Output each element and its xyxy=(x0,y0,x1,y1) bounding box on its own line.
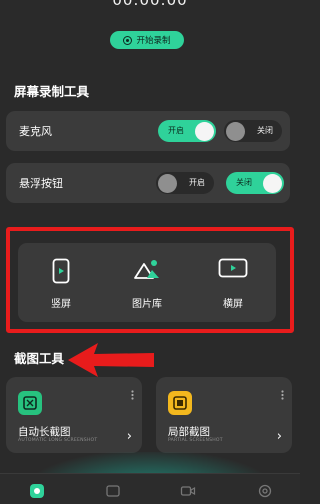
record-tools-card: 竖屏 图片库 横屏 xyxy=(18,243,276,322)
gallery-icon xyxy=(134,260,159,279)
gallery-label: 图片库 xyxy=(132,299,162,310)
float-button-on-toggle[interactable]: 开启 xyxy=(156,172,214,194)
float-button-off-label: 关闭 xyxy=(236,178,252,187)
gallery-button[interactable]: 图片库 xyxy=(104,243,190,322)
portrait-phone-icon xyxy=(52,258,70,284)
screen-record-section-title: 屏幕录制工具 xyxy=(14,84,90,99)
chevron-right-icon: › xyxy=(276,429,282,444)
mic-off-toggle[interactable]: 关闭 xyxy=(224,120,282,142)
toggle-knob xyxy=(226,121,245,141)
landscape-label: 横屏 xyxy=(223,299,243,310)
chevron-right-icon: › xyxy=(126,429,132,444)
screenshot-nav-icon[interactable] xyxy=(105,483,121,503)
start-record-button[interactable]: 开始录制 xyxy=(110,31,184,49)
record-icon xyxy=(123,35,133,45)
long-screenshot-name: 自动长截图 xyxy=(18,426,71,438)
screenshot-section-title: 截图工具 xyxy=(14,351,65,366)
float-button-label: 悬浮按钮 xyxy=(19,177,63,190)
record-nav-icon[interactable] xyxy=(29,483,45,503)
start-record-label: 开始录制 xyxy=(136,36,171,46)
partial-screenshot-card[interactable]: 局部截图 PARTIAL SCREENSHOT › xyxy=(156,377,292,453)
toggle-knob xyxy=(195,121,214,141)
long-screenshot-icon xyxy=(18,391,42,415)
long-screenshot-card[interactable]: 自动长截图 AUTOMATIC LONG SCREENSHOT › xyxy=(6,377,142,453)
mic-on-label: 开启 xyxy=(168,126,184,135)
toggle-knob xyxy=(263,173,282,193)
long-screenshot-subtitle: AUTOMATIC LONG SCREENSHOT xyxy=(18,438,98,443)
toggle-knob xyxy=(158,173,177,193)
partial-screenshot-icon xyxy=(168,391,192,415)
float-button-on-label: 开启 xyxy=(189,178,205,187)
landscape-phone-icon xyxy=(218,258,248,278)
mic-on-toggle[interactable]: 开启 xyxy=(158,120,216,142)
timer-display: 00:00:00 xyxy=(112,0,188,9)
portrait-record-button[interactable]: 竖屏 xyxy=(18,243,104,322)
partial-screenshot-subtitle: PARTIAL SCREENSHOT xyxy=(168,438,223,443)
mic-off-label: 关闭 xyxy=(257,126,273,135)
video-nav-icon[interactable] xyxy=(180,483,196,503)
float-button-off-toggle[interactable]: 关闭 xyxy=(226,172,284,194)
landscape-record-button[interactable]: 横屏 xyxy=(190,243,276,322)
more-icon[interactable] xyxy=(131,385,134,404)
bottom-nav xyxy=(0,473,300,504)
mic-label: 麦克风 xyxy=(19,125,52,138)
annotation-arrow-icon xyxy=(68,343,154,377)
portrait-label: 竖屏 xyxy=(51,299,71,310)
partial-screenshot-name: 局部截图 xyxy=(168,426,210,438)
settings-nav-icon[interactable] xyxy=(257,483,273,503)
float-button-setting-card: 悬浮按钮 开启 关闭 xyxy=(6,163,290,203)
more-icon[interactable] xyxy=(281,385,284,404)
mic-setting-card: 麦克风 开启 关闭 xyxy=(6,111,290,151)
